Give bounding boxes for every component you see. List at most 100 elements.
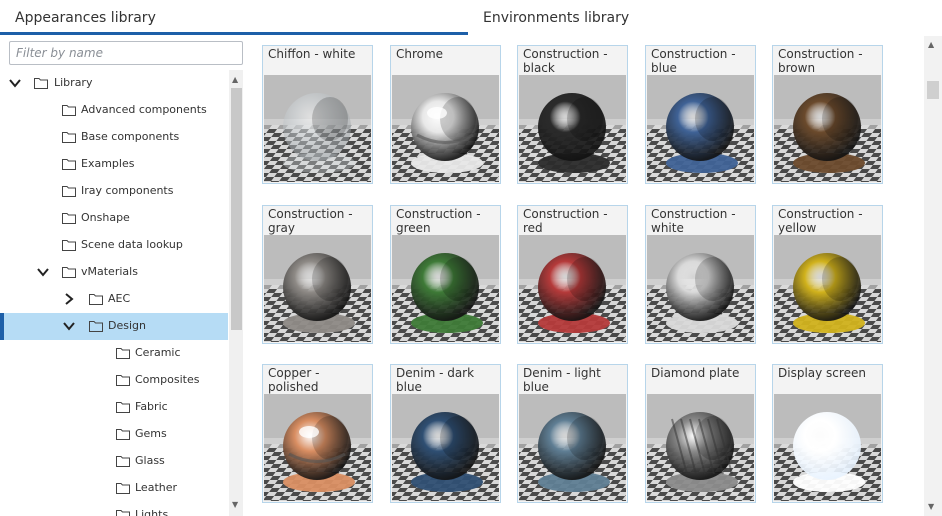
tree-item-composites[interactable]: Composites [0,367,228,394]
tree-item-label: Library [54,76,93,89]
material-name: Display screen [778,366,866,380]
tree-item-label: Gems [135,427,167,440]
material-preview [519,75,626,182]
material-tile[interactable]: Construction - gray [262,205,373,344]
grid-scrollbar[interactable]: ▲ ▼ [924,36,942,516]
tree-item-ceramic[interactable]: Ceramic [0,340,228,367]
tree-item-label: Iray components [81,184,174,197]
material-preview [392,75,499,182]
material-preview [392,394,499,501]
folder-icon [62,186,76,197]
material-tile[interactable]: Construction - brown [772,45,883,184]
material-tile[interactable]: Chrome [390,45,501,184]
folder-icon [116,456,130,467]
material-tile[interactable]: Construction - green [390,205,501,344]
tab-environments-library[interactable]: Environments library [483,10,629,26]
tree-item-design[interactable]: Design [0,313,228,340]
material-tile[interactable]: Construction - black [517,45,628,184]
material-preview [774,235,881,342]
material-name: Construction - white [651,207,736,235]
material-tile[interactable]: Construction - yellow [772,205,883,344]
material-preview [264,394,371,501]
material-tile[interactable]: Diamond plate [645,364,756,503]
material-name: Construction - brown [778,47,863,75]
scroll-up-icon[interactable]: ▲ [232,75,238,84]
tree-item-label: AEC [108,292,131,305]
tree-item-glass[interactable]: Glass [0,448,228,475]
folder-icon [116,375,130,386]
tree-item-label: Ceramic [135,346,181,359]
grid-scroll-down-icon[interactable]: ▼ [928,502,934,511]
folder-icon [34,78,48,89]
material-tile[interactable]: Display screen [772,364,883,503]
tree-item-label: Glass [135,454,165,467]
tree-item-label: Scene data lookup [81,238,183,251]
tree-item-leather[interactable]: Leather [0,475,228,502]
tree-scrollbar[interactable]: ▲ ▼ [229,70,243,516]
material-tile[interactable]: Denim - dark blue [390,364,501,503]
tree-item-library[interactable]: Library [0,70,228,97]
material-name: Chrome [396,47,444,61]
material-tile[interactable]: Denim - light blue [517,364,628,503]
folder-icon [62,159,76,170]
folder-icon [62,267,76,278]
tree-item-fabric[interactable]: Fabric [0,394,228,421]
tree-item-aec[interactable]: AEC [0,286,228,313]
material-tile[interactable]: Copper - polished [262,364,373,503]
tree-item-iray-components[interactable]: Iray components [0,178,228,205]
active-tab-indicator [0,32,468,35]
tree-item-label: Leather [135,481,178,494]
folder-icon [116,510,130,516]
tree-item-label: Advanced components [81,103,207,116]
tree-item-label: Base components [81,130,180,143]
material-name: Denim - dark blue [396,366,475,394]
material-preview [774,75,881,182]
material-tile[interactable]: Chiffon - white [262,45,373,184]
material-preview [264,235,371,342]
material-name: Copper - polished [268,366,320,394]
tree-item-gems[interactable]: Gems [0,421,228,448]
chevron-right-icon[interactable] [62,292,76,306]
folder-icon [62,240,76,251]
tree-item-examples[interactable]: Examples [0,151,228,178]
folder-icon [116,402,130,413]
filter-input[interactable] [9,41,243,65]
tree-item-label: Onshape [81,211,130,224]
material-preview [774,394,881,501]
material-name: Construction - black [523,47,608,75]
tree-item-advanced-components[interactable]: Advanced components [0,97,228,124]
chevron-down-icon[interactable] [36,265,50,279]
grid-scroll-up-icon[interactable]: ▲ [928,40,934,49]
tree-item-onshape[interactable]: Onshape [0,205,228,232]
material-tile[interactable]: Construction - red [517,205,628,344]
scroll-down-icon[interactable]: ▼ [232,500,238,509]
material-preview [647,394,754,501]
tree-item-scene-data-lookup[interactable]: Scene data lookup [0,232,228,259]
material-name: Construction - yellow [778,207,863,235]
tree-item-base-components[interactable]: Base components [0,124,228,151]
chevron-down-icon[interactable] [8,76,22,90]
tree-item-vmaterials[interactable]: vMaterials [0,259,228,286]
material-preview [519,235,626,342]
material-tile[interactable]: Construction - blue [645,45,756,184]
material-name: Construction - green [396,207,481,235]
material-name: Construction - red [523,207,608,235]
tree-item-label: Examples [81,157,135,170]
tab-appearances-library[interactable]: Appearances library [15,10,156,26]
folder-icon [89,294,103,305]
grid-scrollbar-thumb[interactable] [927,81,939,99]
material-name: Construction - blue [651,47,736,75]
material-tile[interactable]: Construction - white [645,205,756,344]
folder-icon [62,213,76,224]
folder-icon [89,321,103,332]
material-name: Denim - light blue [523,366,601,394]
material-preview [647,75,754,182]
folder-icon [116,348,130,359]
folder-icon [62,105,76,116]
tree-item-lights[interactable]: Lights [0,502,228,516]
tree-scrollbar-thumb[interactable] [231,88,242,330]
chevron-down-icon[interactable] [62,319,76,333]
folder-icon [62,132,76,143]
folder-icon [116,483,130,494]
tree-item-label: vMaterials [81,265,138,278]
